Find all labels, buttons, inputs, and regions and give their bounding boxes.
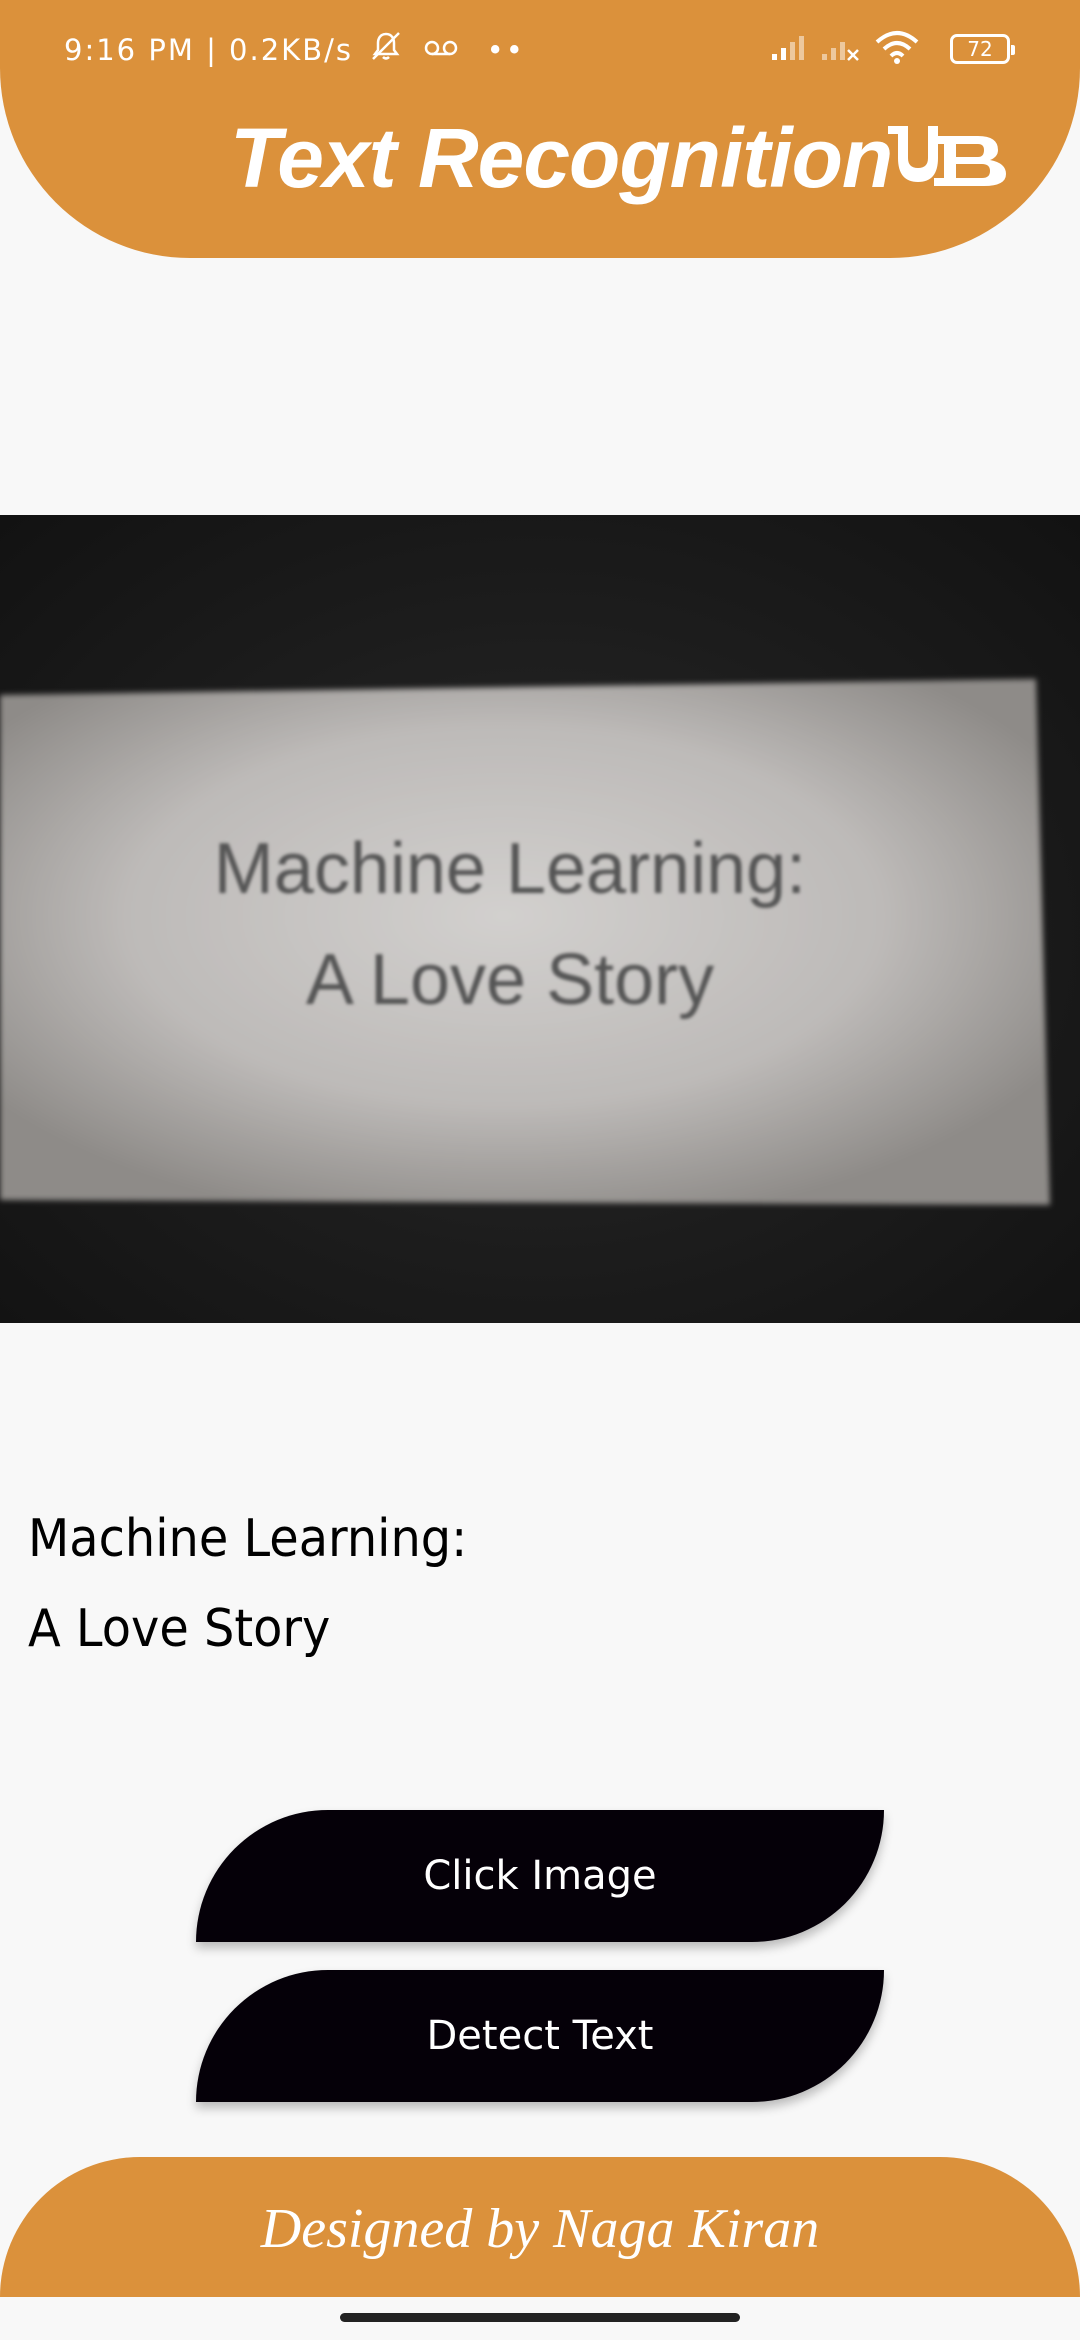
signal-icon: [770, 32, 810, 66]
click-image-button[interactable]: Click Image: [196, 1810, 884, 1942]
signal-no-service-icon: [820, 32, 860, 66]
captured-photo: Machine Learning: A Love Story: [0, 515, 1080, 1323]
recognized-text-line1: Machine Learning:: [28, 1509, 468, 1569]
more-notifications-dots: ••: [486, 32, 525, 67]
app-footer: Designed by Naga Kiran: [0, 2157, 1080, 2297]
bell-muted-icon: [368, 28, 404, 71]
footer-credit: Designed by Naga Kiran: [260, 2198, 820, 2260]
paper-card: [0, 679, 1050, 1205]
app-title: Text Recognition: [230, 111, 893, 205]
recognized-text-line2: A Love Story: [28, 1599, 331, 1659]
app-header: 9:16 PM | 0.2KB/s •• 72 Text Recognition: [0, 0, 1080, 258]
status-bar: 9:16 PM | 0.2KB/s •• 72: [0, 0, 1080, 90]
wifi-icon: [874, 30, 920, 68]
voicemail-icon: [423, 33, 459, 67]
status-left: 9:16 PM | 0.2KB/s ••: [64, 28, 525, 71]
detect-text-button[interactable]: Detect Text: [196, 1970, 884, 2102]
recognized-text: Machine Learning: A Love Story: [28, 1494, 505, 1674]
ub-logo-icon: [888, 126, 1006, 186]
gesture-nav-handle[interactable]: [340, 2313, 740, 2322]
battery-icon: 72: [950, 34, 1015, 64]
photo-text-line2: A Love Story: [305, 940, 715, 1020]
photo-text-line1: Machine Learning:: [213, 829, 807, 909]
status-time-speed: 9:16 PM | 0.2KB/s: [64, 32, 353, 67]
